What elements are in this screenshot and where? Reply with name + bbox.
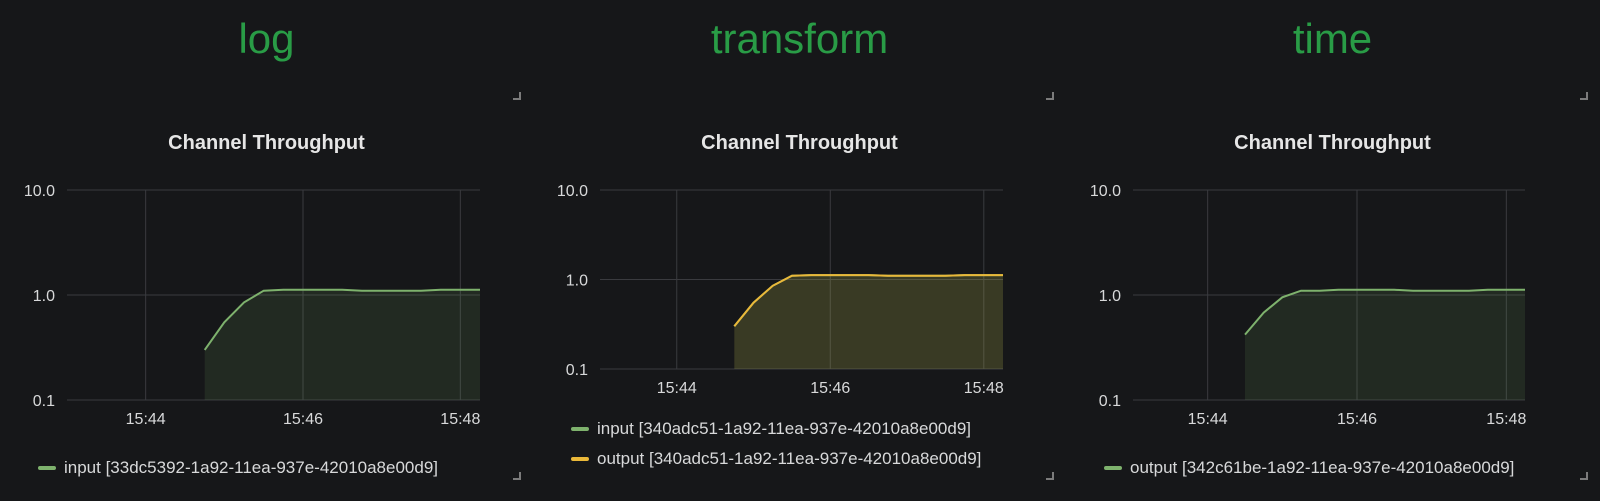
resize-handle-icon[interactable] — [1046, 472, 1054, 480]
throughput-chart: 10.0 1.0 0.1 15:44 15:46 15:48 — [1090, 183, 1527, 428]
y-tick-label: 10.0 — [24, 183, 55, 200]
x-tick-label: 15:46 — [1337, 411, 1377, 428]
y-tick-label: 10.0 — [557, 183, 588, 200]
heading-time: time — [1292, 15, 1373, 62]
resize-handle-icon[interactable] — [1580, 472, 1588, 480]
chart-panel-time[interactable]: Channel Throughput 10.0 1.0 0.1 15:44 15:46 1… — [1066, 92, 1599, 501]
legend-swatch-icon — [571, 457, 589, 461]
legend-label: output [340adc51-1a92-11ea-937e-42010a8e… — [597, 449, 982, 468]
y-tick-label: 1.0 — [1099, 288, 1121, 305]
x-tick-label: 15:46 — [283, 411, 323, 428]
y-tick-label: 0.1 — [566, 362, 588, 379]
legend-swatch-icon — [571, 427, 589, 431]
legend-item[interactable]: output [340adc51-1a92-11ea-937e-42010a8e… — [571, 449, 981, 469]
series-area — [204, 289, 480, 400]
y-tick-label: 10.0 — [1090, 183, 1121, 200]
x-tick-label: 15:44 — [126, 411, 166, 428]
x-tick-label: 15:48 — [440, 411, 480, 428]
y-tick-label: 0.1 — [33, 393, 55, 410]
chart-panel-log[interactable]: Channel Throughput 10.0 1.0 0.1 15:44 15:46 1… — [0, 92, 533, 501]
series-area — [734, 275, 1003, 369]
series-area — [1245, 289, 1525, 400]
y-tick-label: 1.0 — [33, 288, 55, 305]
legend-label: input [340adc51-1a92-11ea-937e-42010a8e0… — [597, 419, 972, 438]
throughput-chart: 10.0 1.0 0.1 15:44 15:46 15:48 — [557, 183, 1004, 397]
legend-item[interactable]: output [342c61be-1a92-11ea-937e-42010a8e… — [1104, 458, 1514, 478]
legend-label: output [342c61be-1a92-11ea-937e-42010a8e… — [1130, 458, 1515, 477]
legend-swatch-icon — [38, 466, 56, 470]
x-tick-label: 15:48 — [964, 380, 1004, 397]
x-tick-label: 15:44 — [1188, 411, 1228, 428]
x-tick-label: 15:44 — [657, 380, 697, 397]
legend-item[interactable]: input [340adc51-1a92-11ea-937e-42010a8e0… — [571, 419, 971, 439]
y-tick-label: 1.0 — [566, 273, 588, 290]
legend-label: input [33dc5392-1a92-11ea-937e-42010a8e0… — [64, 458, 439, 477]
heading-log: log — [238, 15, 295, 62]
legend-item[interactable]: input [33dc5392-1a92-11ea-937e-42010a8e0… — [38, 458, 438, 478]
x-tick-label: 15:46 — [810, 380, 850, 397]
heading-transform: transform — [710, 15, 889, 62]
resize-handle-icon[interactable] — [513, 472, 521, 480]
legend-swatch-icon — [1104, 466, 1122, 470]
x-tick-label: 15:48 — [1486, 411, 1526, 428]
chart-panel-transform[interactable]: Channel Throughput 10.0 1.0 0.1 15:44 15:46 1… — [533, 92, 1066, 501]
throughput-chart: 10.0 1.0 0.1 15:44 15:46 15:48 — [24, 183, 481, 428]
y-tick-label: 0.1 — [1099, 393, 1121, 410]
